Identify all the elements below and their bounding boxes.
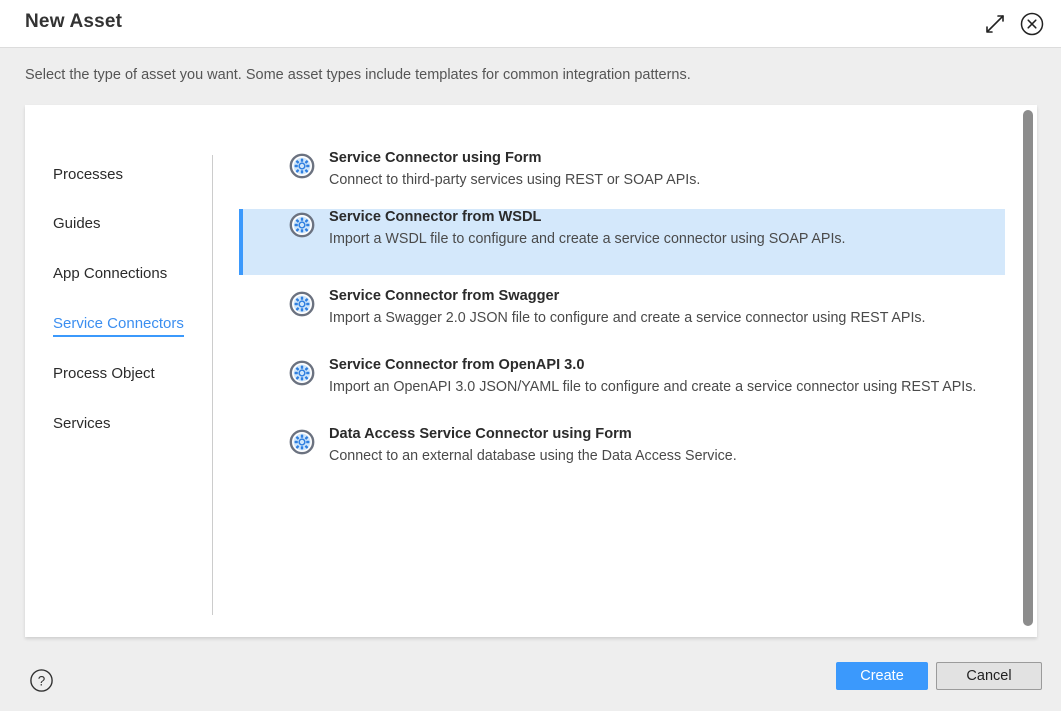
gear-circle-icon xyxy=(289,360,315,386)
sidebar-item-processes[interactable]: Processes xyxy=(53,166,123,186)
expand-icon[interactable] xyxy=(981,10,1009,38)
close-icon[interactable] xyxy=(1018,10,1046,38)
list-item-description: Connect to an external database using th… xyxy=(329,448,737,464)
sidebar-item-services[interactable]: Services xyxy=(53,415,111,435)
create-button[interactable]: Create xyxy=(836,662,928,690)
list-item-description: Import a Swagger 2.0 JSON file to config… xyxy=(329,310,926,326)
gear-circle-icon xyxy=(289,429,315,455)
list-item[interactable]: Service Connector using Form Connect to … xyxy=(239,150,1005,216)
list-item-title: Service Connector from WSDL xyxy=(329,209,542,225)
list-item[interactable]: Service Connector from OpenAPI 3.0 Impor… xyxy=(239,357,1005,423)
sidebar-item-guides[interactable]: Guides xyxy=(53,215,101,235)
sidebar-divider xyxy=(212,155,213,615)
cancel-button[interactable]: Cancel xyxy=(936,662,1042,690)
list-item[interactable]: Service Connector from Swagger Import a … xyxy=(239,288,1005,354)
gear-circle-icon xyxy=(289,291,315,317)
page-title: New Asset xyxy=(25,11,123,32)
category-sidebar: Processes Guides App Connections Service… xyxy=(25,105,213,637)
list-item-description: Import an OpenAPI 3.0 JSON/YAML file to … xyxy=(329,379,977,395)
list-item-title: Service Connector from OpenAPI 3.0 xyxy=(329,357,585,373)
scrollbar-thumb[interactable] xyxy=(1023,110,1033,626)
list-item[interactable]: Data Access Service Connector using Form… xyxy=(239,426,1005,492)
instruction-text: Select the type of asset you want. Some … xyxy=(25,67,691,83)
gear-circle-icon xyxy=(289,153,315,179)
asset-type-list: Service Connector using Form Connect to … xyxy=(239,105,1037,637)
dialog-title-bar: New Asset xyxy=(0,0,1061,48)
sidebar-item-app-connections[interactable]: App Connections xyxy=(53,265,167,285)
sidebar-item-service-connectors[interactable]: Service Connectors xyxy=(53,315,184,337)
list-item-description: Connect to third-party services using RE… xyxy=(329,172,701,188)
asset-type-panel: Processes Guides App Connections Service… xyxy=(25,105,1037,637)
list-item-selected[interactable]: Service Connector from WSDL Import a WSD… xyxy=(239,209,1005,275)
sidebar-item-process-object[interactable]: Process Object xyxy=(53,365,155,385)
vertical-scrollbar[interactable] xyxy=(1023,110,1033,632)
list-item-title: Service Connector using Form xyxy=(329,150,542,166)
help-icon[interactable]: ? xyxy=(29,668,54,693)
list-item-description: Import a WSDL file to configure and crea… xyxy=(329,231,846,247)
list-item-title: Service Connector from Swagger xyxy=(329,288,560,304)
list-item-title: Data Access Service Connector using Form xyxy=(329,426,632,442)
gear-circle-icon xyxy=(289,212,315,238)
svg-text:?: ? xyxy=(38,674,46,689)
